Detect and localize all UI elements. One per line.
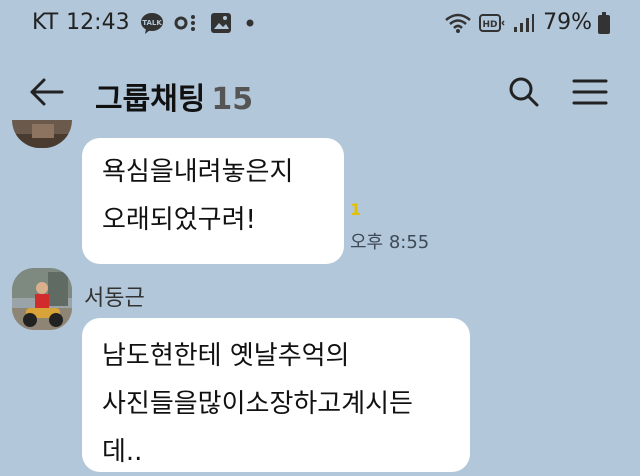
message-bubble[interactable]: 욕심을내려놓은지 오래되었구려! <box>82 138 344 264</box>
search-icon <box>509 77 539 107</box>
svg-text:TALK: TALK <box>142 19 162 27</box>
message-line: 남도현한테 옛날추억의 <box>102 341 350 371</box>
avatar[interactable] <box>12 120 72 148</box>
status-time: 12:43 <box>66 10 130 35</box>
battery-icon <box>598 11 610 34</box>
hd-icon: HD <box>479 13 505 33</box>
chat-title-text: 그룹채팅 <box>95 82 206 117</box>
signal-icon <box>513 13 535 33</box>
chat-header: 그룹채팅 15 <box>0 58 640 128</box>
hamburger-menu-icon <box>572 79 608 105</box>
battery-percent: 79% <box>543 10 592 35</box>
talk-icon: TALK <box>140 12 164 34</box>
back-arrow-icon <box>30 78 64 106</box>
image-icon <box>210 12 232 34</box>
message-line: 데.. <box>102 437 143 467</box>
dot-icon <box>246 19 254 27</box>
sender-name: 서동근 <box>84 286 145 311</box>
status-left: KT 12:43 TALK <box>32 10 254 35</box>
message-time: 오후 8:55 <box>350 232 430 253</box>
avatar[interactable] <box>12 268 72 330</box>
message-line: 오래되었구려! <box>102 205 256 235</box>
status-bar: KT 12:43 TALK HD 79% <box>0 0 640 50</box>
wifi-icon <box>445 13 471 33</box>
search-button[interactable] <box>506 74 542 110</box>
back-button[interactable] <box>26 74 66 110</box>
menu-button[interactable] <box>570 74 610 110</box>
unread-count: 1 <box>350 200 362 219</box>
message-line: 사진들을많이소장하고계시든 <box>102 389 413 419</box>
message-bubble[interactable]: 남도현한테 옛날추억의 사진들을많이소장하고계시든 데.. <box>82 318 470 472</box>
chat-title: 그룹채팅 15 <box>95 74 253 118</box>
svg-text:HD: HD <box>483 20 498 30</box>
member-count: 15 <box>211 82 254 117</box>
carrier-label: KT <box>32 10 59 35</box>
status-right: HD 79% <box>445 10 610 35</box>
message-line: 욕심을내려놓은지 <box>102 157 294 187</box>
voicemail-icon <box>174 13 200 33</box>
